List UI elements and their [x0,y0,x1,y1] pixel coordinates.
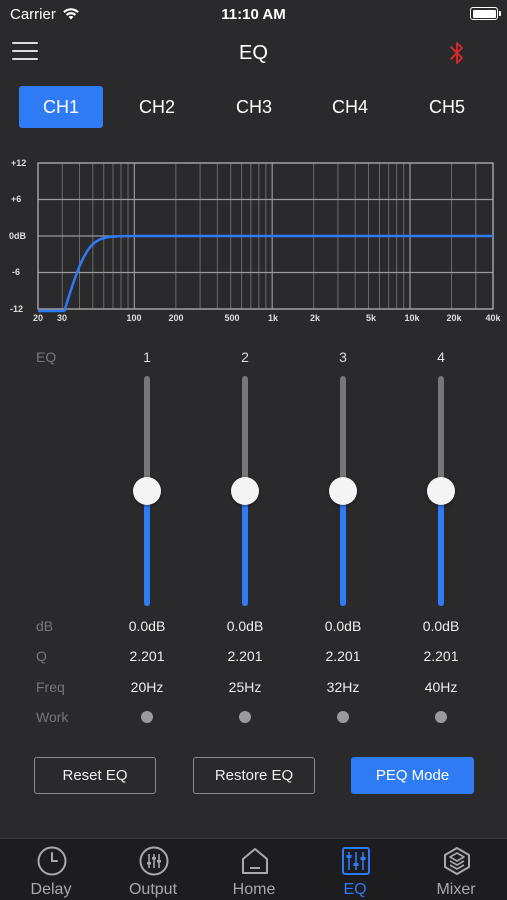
bottom-tab-bar: Delay Output Home EQ Mixer [0,838,507,900]
sliders-icon [139,846,169,876]
home-icon [242,848,268,874]
y-tick-label: +6 [11,194,21,204]
tab-ch4[interactable]: CH4 [308,86,392,128]
band-2-freq-value[interactable]: 25Hz [210,679,280,695]
band-1-freq-value[interactable]: 20Hz [112,679,182,695]
q-row-label: Q [36,648,47,664]
band-2-db-value[interactable]: 0.0dB [210,618,280,634]
slider-fill [144,491,150,606]
x-tick-label: 100 [126,313,141,323]
tab-ch2[interactable]: CH2 [115,86,199,128]
x-tick-label: 200 [168,313,183,323]
x-tick-label: 40k [485,313,501,323]
layers-icon [444,847,470,875]
y-tick-label: -12 [10,304,23,314]
tab-mixer-label: Mixer [436,881,476,898]
slider-knob[interactable] [427,477,455,505]
x-tick-label: 20 [33,313,43,323]
reset-eq-button[interactable]: Reset EQ [34,757,156,794]
band-3-freq-value[interactable]: 32Hz [308,679,378,695]
slider-knob[interactable] [329,477,357,505]
tab-delay-label: Delay [30,881,72,898]
channel-tabs: CH1 CH2 CH3 CH4 CH5 [0,86,507,128]
tab-ch1[interactable]: CH1 [19,86,103,128]
tab-eq[interactable]: EQ [305,839,405,900]
x-tick-label: 10k [404,313,420,323]
band-4-gain-slider[interactable] [427,376,455,606]
band-1-gain-slider[interactable] [133,376,161,606]
tab-home[interactable]: Home [204,839,304,900]
band-1-db-value[interactable]: 0.0dB [112,618,182,634]
band-4-work-toggle[interactable] [435,711,447,723]
band-1-q-value[interactable]: 2.201 [112,648,182,664]
y-tick-label: +12 [11,158,26,168]
band-1-number: 1 [143,349,151,365]
restore-eq-button[interactable]: Restore EQ [193,757,315,794]
clock-time: 11:10 AM [221,6,286,23]
x-tick-label: 500 [224,313,239,323]
slider-knob[interactable] [133,477,161,505]
band-4-freq-value[interactable]: 40Hz [406,679,476,695]
tab-ch3[interactable]: CH3 [212,86,296,128]
clock-icon [37,846,67,876]
battery-icon [470,7,501,20]
band-3-number: 3 [339,349,347,365]
band-2-gain-slider[interactable] [231,376,259,606]
work-row-label: Work [36,709,69,725]
band-3-gain-slider[interactable] [329,376,357,606]
peq-mode-button[interactable]: PEQ Mode [351,757,474,794]
x-tick-label: 5k [366,313,377,323]
band-1-work-toggle[interactable] [141,711,153,723]
status-bar: Carrier 11:10 AM [0,0,507,28]
band-3-work-toggle[interactable] [337,711,349,723]
equalizer-icon [342,847,370,875]
x-tick-label: 20k [446,313,462,323]
tab-mixer[interactable]: Mixer [406,839,506,900]
slider-knob[interactable] [231,477,259,505]
band-2-q-value[interactable]: 2.201 [210,648,280,664]
band-2-work-toggle[interactable] [239,711,251,723]
band-3-db-value[interactable]: 0.0dB [308,618,378,634]
eq-response-graph[interactable]: +12 +6 0dB -6 -12 20 30 100 200 500 1k 2… [0,150,507,330]
band-3-q-value[interactable]: 2.201 [308,648,378,664]
band-2-number: 2 [241,349,249,365]
x-tick-label: 1k [268,313,279,323]
y-tick-label: -6 [12,267,20,277]
tab-output-label: Output [128,881,178,898]
band-4-q-value[interactable]: 2.201 [406,648,476,664]
band-4-db-value[interactable]: 0.0dB [406,618,476,634]
band-4-number: 4 [437,349,445,365]
tab-ch5[interactable]: CH5 [405,86,489,128]
db-row-label: dB [36,618,54,634]
x-tick-label: 30 [57,313,67,323]
freq-row-label: Freq [36,679,65,695]
bluetooth-icon[interactable] [447,40,467,66]
tab-home-label: Home [232,881,276,898]
slider-fill [242,491,248,606]
nav-bar: EQ [0,28,507,78]
eq-column-header: EQ [36,349,57,365]
x-tick-label: 2k [310,313,321,323]
slider-fill [438,491,444,606]
y-tick-label: 0dB [9,231,27,241]
tab-delay[interactable]: Delay [1,839,101,900]
tab-eq-label: EQ [343,881,367,898]
tab-output[interactable]: Output [103,839,203,900]
slider-fill [340,491,346,606]
page-title: EQ [239,42,268,64]
